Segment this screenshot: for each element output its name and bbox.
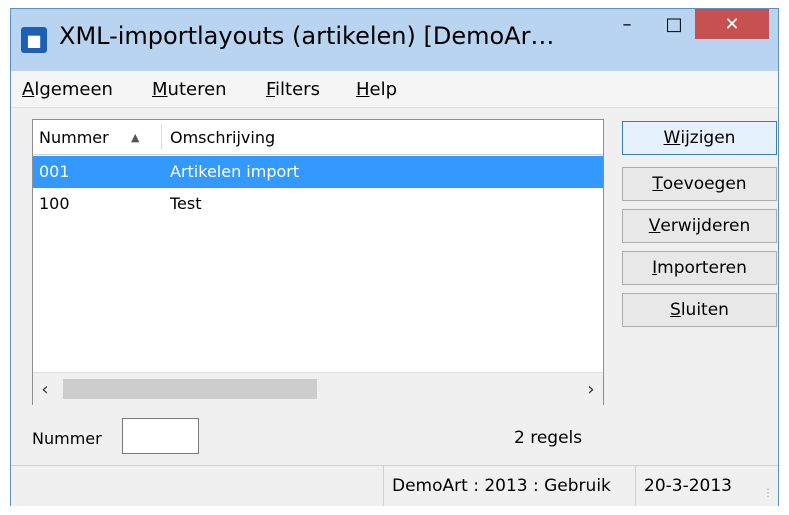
- title-bar[interactable]: ■ XML-importlayouts (artikelen) [DemoAr……: [11, 9, 778, 71]
- row-count: 2 regels: [514, 428, 583, 448]
- cell-nummer: 100: [39, 194, 70, 213]
- status-session: DemoArt : 2013 : Gebruik: [383, 466, 631, 506]
- cell-omschrijving: Artikelen import: [170, 162, 300, 181]
- table-row[interactable]: 100 Test: [33, 188, 603, 220]
- column-header-omschrijving[interactable]: Omschrijving: [170, 120, 600, 154]
- sort-ascending-icon: ▲: [131, 130, 140, 144]
- close-button[interactable]: ✕: [695, 9, 769, 39]
- cell-omschrijving: Test: [170, 194, 202, 213]
- app-icon[interactable]: ■: [21, 27, 47, 53]
- sluiten-button[interactable]: Sluiten: [622, 293, 777, 327]
- nummer-input[interactable]: [122, 418, 199, 454]
- verwijderen-button[interactable]: Verwijderen: [622, 209, 777, 243]
- maximize-button[interactable]: □: [656, 9, 692, 39]
- status-bar: DemoArt : 2013 : Gebruik 20-3-2013 ⋮: [11, 465, 778, 506]
- menu-bar: Algemeen Muteren Filters Help: [11, 71, 778, 108]
- menu-muteren[interactable]: Muteren: [152, 79, 227, 100]
- window-title: XML-importlayouts (artikelen) [DemoAr…: [59, 22, 555, 50]
- menu-algemeen[interactable]: Algemeen: [22, 79, 113, 100]
- cell-nummer: 001: [39, 162, 70, 181]
- table-row[interactable]: 001 Artikelen import: [33, 156, 603, 188]
- menu-help[interactable]: Help: [356, 79, 397, 100]
- status-date: 20-3-2013: [635, 466, 755, 506]
- layouts-grid[interactable]: Nummer ▲ Omschrijving 001 Artikelen impo…: [32, 119, 604, 405]
- main-window: ■ XML-importlayouts (artikelen) [DemoAr……: [10, 8, 779, 506]
- scroll-thumb[interactable]: [63, 379, 317, 399]
- scroll-right-icon[interactable]: ›: [579, 373, 603, 405]
- resize-grip-icon[interactable]: ⋮: [763, 488, 773, 499]
- wijzigen-button[interactable]: Wijzigen: [622, 121, 777, 155]
- menu-filters[interactable]: Filters: [266, 79, 320, 100]
- toevoegen-button[interactable]: Toevoegen: [622, 167, 777, 201]
- column-separator[interactable]: [161, 124, 162, 150]
- nummer-label: Nummer: [32, 429, 102, 448]
- importeren-button[interactable]: Importeren: [622, 251, 777, 285]
- column-header-nummer[interactable]: Nummer: [39, 120, 159, 154]
- horizontal-scrollbar[interactable]: ‹ ›: [33, 372, 603, 405]
- grid-header: Nummer ▲ Omschrijving: [33, 120, 603, 155]
- minimize-button[interactable]: –: [609, 9, 645, 39]
- scroll-left-icon[interactable]: ‹: [33, 373, 57, 405]
